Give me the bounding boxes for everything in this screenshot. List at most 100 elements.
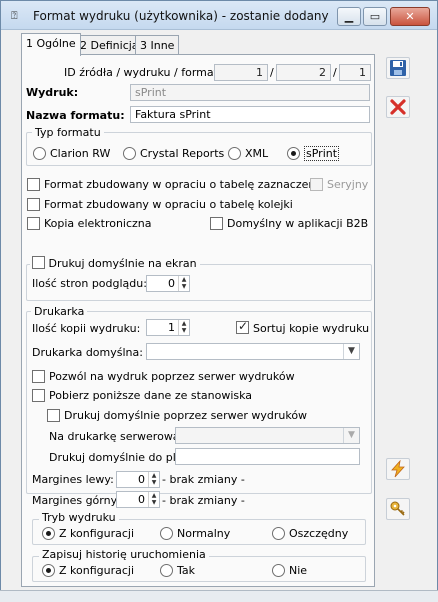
sortuj-label: Sortuj kopie wydruku: [253, 322, 370, 335]
b2b-label: Domyślny w aplikacji B2B: [227, 217, 369, 230]
drukarka-serwerowa-label: Na drukarkę serwerową:: [49, 430, 184, 443]
plik-label: Drukuj domyślnie do pliku:: [49, 451, 196, 464]
minimize-button[interactable]: ▁: [337, 7, 361, 26]
run-button[interactable]: [386, 458, 410, 480]
radio-xml[interactable]: [228, 147, 241, 160]
historia-legend: Zapisuj historię uruchomienia: [39, 548, 209, 561]
maximize-button[interactable]: ▭: [363, 7, 387, 26]
tryb-wydruku-legend: Tryb wydruku: [39, 511, 119, 524]
nazwa-formatu-input[interactable]: Faktura sPrint: [130, 106, 370, 123]
id-label: ID źródła / wydruku / formatu:: [64, 66, 229, 79]
tab-definicja-label: 2 Definicja: [80, 39, 139, 52]
radio-crystal-label: Crystal Reports: [140, 147, 225, 160]
serwer-label: Pozwól na wydruk poprzez serwer wydruków: [49, 370, 295, 383]
margines-lewy-spinner[interactable]: 0 ▲ ▼: [116, 471, 160, 488]
plik-input[interactable]: [175, 448, 360, 465]
drukarka-domyslna-select[interactable]: ▼: [146, 343, 360, 360]
cancel-button[interactable]: [386, 96, 410, 118]
historia-nie-radio[interactable]: [272, 564, 285, 577]
close-icon: ✕: [405, 10, 415, 23]
tryb-normalny-radio[interactable]: [160, 527, 173, 540]
wydruk-label: Wydruk:: [26, 86, 79, 99]
save-button[interactable]: [386, 57, 410, 79]
drukarka-legend: Drukarka: [31, 305, 88, 318]
id-separator-2: /: [333, 66, 337, 79]
source-id-field: 1: [214, 64, 268, 81]
radio-crystal[interactable]: [123, 147, 136, 160]
strony-spinner[interactable]: 0 ▲ ▼: [146, 275, 190, 292]
chevron-down-icon[interactable]: ▼: [343, 428, 359, 443]
zaznaczen-checkbox[interactable]: [27, 178, 40, 191]
window-title: Format wydruku (użytkownika) - zostanie …: [33, 9, 329, 23]
drukuj-serwer-checkbox[interactable]: [47, 409, 60, 422]
radio-xml-label: XML: [245, 147, 269, 160]
radio-clarion-label: Clarion RW: [50, 147, 111, 160]
kopie-label: Ilość kopii wydruku:: [32, 322, 141, 335]
historia-tak-label: Tak: [177, 564, 196, 577]
lightning-icon: [391, 459, 405, 478]
nazwa-label: Nazwa formatu:: [26, 109, 125, 122]
ekran-legend: Drukuj domyślnie na ekran: [30, 256, 200, 270]
drukarka-domyslna-label: Drukarka domyślna:: [32, 346, 143, 359]
tab-ogolne[interactable]: 1 Ogólne: [21, 33, 81, 56]
tryb-konfiguracja-label: Z konfiguracji: [59, 527, 135, 540]
minimize-icon: ▁: [344, 10, 354, 23]
margines-gorny-note: - brak zmiany -: [162, 494, 245, 507]
kopia-label: Kopia elektroniczna: [44, 217, 152, 230]
cancel-icon: [390, 99, 406, 115]
tryb-oszczedny-radio[interactable]: [272, 527, 285, 540]
general-tab-panel: ID źródła / wydruku / formatu: 1 / 2 / 1…: [21, 54, 375, 587]
ekran-label: Drukuj domyślnie na ekran: [48, 257, 197, 270]
tryb-oszczedny-label: Oszczędny: [289, 527, 349, 540]
stanowisko-checkbox[interactable]: [32, 389, 45, 402]
spin-arrows-icon[interactable]: ▲ ▼: [178, 276, 189, 291]
tab-definicja[interactable]: 2 Definicja: [75, 35, 144, 55]
sortuj-checkbox[interactable]: [236, 319, 249, 334]
drukarka-serwerowa-select[interactable]: ▼: [175, 427, 360, 444]
chevron-down-icon[interactable]: ▼: [343, 344, 359, 359]
radio-sprint[interactable]: [287, 147, 300, 160]
kopie-value: 1: [168, 321, 175, 334]
close-button[interactable]: ✕: [390, 7, 430, 26]
b2b-checkbox[interactable]: [210, 217, 223, 230]
margines-gorny-label: Margines górny:: [32, 494, 120, 507]
spin-arrows-icon[interactable]: ▲ ▼: [148, 492, 159, 507]
historia-nie-label: Nie: [289, 564, 308, 577]
kopia-checkbox[interactable]: [27, 217, 40, 230]
radio-sprint-label: sPrint: [304, 146, 340, 161]
serwer-checkbox[interactable]: [32, 370, 45, 383]
seryjny-checkbox[interactable]: [310, 178, 323, 191]
format-id-field: 1: [339, 64, 371, 81]
tryb-normalny-label: Normalny: [177, 527, 231, 540]
tab-inne[interactable]: 3 Inne: [135, 35, 180, 55]
historia-tak-radio[interactable]: [160, 564, 173, 577]
historia-konfiguracja-radio[interactable]: [42, 564, 55, 577]
margines-lewy-value: 0: [138, 473, 145, 486]
spin-arrows-icon[interactable]: ▲ ▼: [148, 472, 159, 487]
ekran-checkbox[interactable]: [32, 256, 45, 269]
margines-lewy-label: Margines lewy:: [32, 473, 114, 486]
strony-value: 0: [168, 277, 175, 290]
drukuj-serwer-label: Drukuj domyślnie poprzez serwer wydruków: [64, 409, 308, 422]
background-window-strip: [0, 590, 438, 602]
seryjny-label: Seryjny: [327, 178, 369, 191]
id-separator: /: [270, 66, 274, 79]
drukarka-group: [26, 311, 372, 494]
tryb-konfiguracja-radio[interactable]: [42, 527, 55, 540]
kopie-spinner[interactable]: 1 ▲ ▼: [146, 319, 190, 336]
print-id-field: 2: [276, 64, 331, 81]
historia-konfiguracja-label: Z konfiguracji: [59, 564, 135, 577]
maximize-icon: ▭: [369, 10, 381, 23]
margines-gorny-spinner[interactable]: 0 ▲ ▼: [116, 491, 160, 508]
spin-arrows-icon[interactable]: ▲ ▼: [178, 320, 189, 335]
margines-lewy-note: - brak zmiany -: [162, 473, 245, 486]
kolejki-checkbox[interactable]: [27, 198, 40, 211]
wydruk-field: sPrint: [130, 84, 370, 101]
radio-clarion[interactable]: [33, 147, 46, 160]
tab-ogolne-label: 1 Ogólne: [26, 37, 76, 50]
kolejki-label: Format zbudowany w opraciu o tabelę kole…: [44, 198, 293, 211]
key-button[interactable]: [386, 498, 410, 520]
key-icon: [390, 501, 405, 516]
document-icon: ⍰: [11, 9, 18, 22]
tab-inne-label: 3 Inne: [140, 39, 175, 52]
